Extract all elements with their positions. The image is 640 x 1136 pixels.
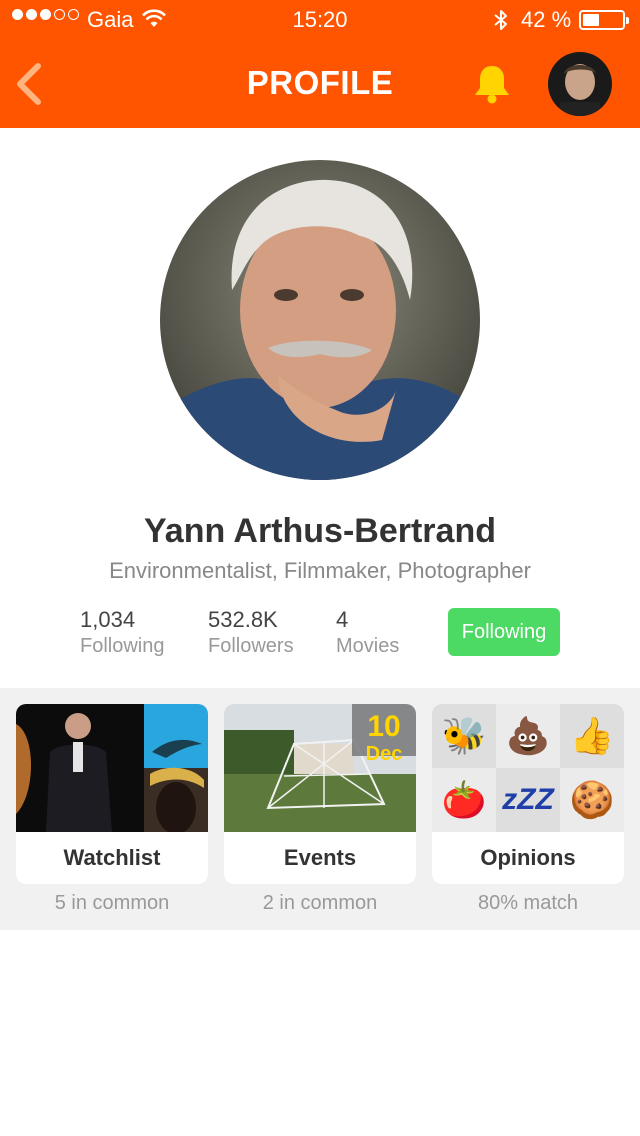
stat-followers[interactable]: 532.8K Followers: [208, 607, 294, 658]
card-label: Watchlist: [63, 845, 161, 870]
tomato-icon: 🍅: [432, 768, 496, 832]
card-caption: 5 in common: [54, 892, 170, 914]
profile-name: Yann Arthus-Bertrand: [143, 512, 496, 550]
sleeping-icon: zZZ: [496, 768, 560, 832]
user-avatar[interactable]: [548, 52, 612, 116]
events-thumbnail: 10 Dec: [224, 704, 416, 832]
cookie-icon: 🍪: [560, 768, 624, 832]
page-title: PROFILE: [246, 64, 394, 101]
watchlist-thumbnail: [16, 704, 208, 832]
events-card[interactable]: 10 Dec Events: [224, 704, 416, 884]
opinions-thumbnail: 🐝 💩 👍 🍅 zZZ 🍪: [432, 704, 624, 832]
bell-icon[interactable]: [470, 62, 514, 106]
navigation-bar: Gaia 15:20 42 % PROFILE: [0, 0, 640, 128]
stat-label: Movies: [336, 635, 400, 657]
card-caption: 2 in common: [262, 892, 378, 914]
bee-icon: 🐝: [432, 704, 496, 768]
stat-value: 532.8K: [208, 607, 278, 632]
card-caption: 80% match: [477, 892, 579, 914]
event-date-month: Dec: [366, 743, 403, 765]
following-button[interactable]: Following: [448, 608, 560, 656]
stat-value: 4: [336, 607, 349, 632]
opinions-card[interactable]: 🐝 💩 👍 🍅 zZZ 🍪 Opinions: [432, 704, 624, 884]
battery-percent: 42 %: [521, 7, 572, 32]
card-label: Opinions: [480, 845, 576, 870]
watchlist-card[interactable]: Watchlist: [16, 704, 208, 884]
stat-label: Following: [80, 635, 165, 657]
stat-movies[interactable]: 4 Movies: [336, 607, 399, 658]
stat-value: 1,034: [80, 607, 136, 632]
profile-subtitle: Environmentalist, Filmmaker, Photographe…: [109, 558, 531, 583]
stat-label: Followers: [208, 635, 294, 657]
stat-following[interactable]: 1,034 Following: [80, 607, 164, 658]
thumbs-up-icon: 👍: [560, 704, 624, 768]
bluetooth-icon: [494, 10, 507, 30]
status-bar: Gaia 15:20 42 %: [0, 0, 640, 40]
profile-photo: [160, 160, 480, 480]
event-date-day: 10: [367, 710, 400, 743]
battery-icon: [579, 10, 629, 30]
poop-icon: 💩: [496, 704, 560, 768]
card-label: Events: [283, 845, 357, 870]
